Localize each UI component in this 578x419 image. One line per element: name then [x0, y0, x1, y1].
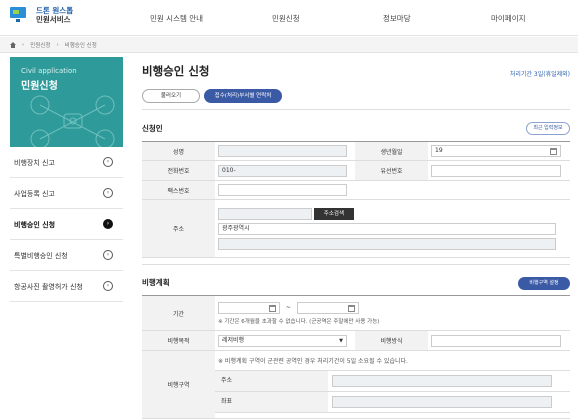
- fax-label: 팩스번호: [142, 180, 215, 200]
- phone-label: 전화번호: [142, 160, 215, 181]
- breadcrumb-sep-icon: ›: [56, 42, 59, 48]
- calendar-icon[interactable]: [550, 148, 557, 155]
- name-field[interactable]: [218, 145, 347, 157]
- nav-civil-application[interactable]: 민원신청: [272, 13, 300, 24]
- breadcrumb-item[interactable]: 민원신청: [30, 41, 50, 49]
- zone-address-field[interactable]: [332, 375, 552, 387]
- sidebar-hero: Civil application 민원신청: [10, 57, 123, 147]
- chevron-right-icon: ›: [103, 250, 113, 260]
- birth-date-field[interactable]: 19: [431, 145, 561, 157]
- period-separator: ~: [285, 304, 291, 311]
- divider: [142, 109, 570, 110]
- chevron-right-icon: ›: [103, 188, 113, 198]
- calendar-icon[interactable]: [347, 304, 355, 312]
- sidebar-item-special-flight[interactable]: 특별비행승인 신청 ›: [10, 241, 123, 271]
- monitor-logo-icon: [10, 6, 32, 24]
- address-detail-field[interactable]: [218, 237, 556, 250]
- breadcrumb-sep-icon: ›: [22, 42, 25, 48]
- address-label: 주소: [142, 199, 215, 258]
- sidebar-item-label: 항공사진 촬영허가 신청: [14, 283, 83, 291]
- period-end-field[interactable]: [296, 301, 359, 314]
- postal-code-field[interactable]: [218, 207, 312, 220]
- nav-info[interactable]: 정보마당: [383, 13, 411, 24]
- chevron-right-icon: ›: [103, 219, 113, 229]
- nav-mypage[interactable]: 마이페이지: [491, 13, 526, 24]
- zone-label: 비행구역: [142, 350, 215, 419]
- flight-plan-form: 기간 ~ ※ 기간은 6개월을 초과할 수 없습니다. (군공역은 주말에만 사…: [142, 295, 570, 419]
- flight-zone-settings-button[interactable]: 비행구역 설정: [518, 277, 570, 290]
- address-search-button[interactable]: 주소검색: [313, 207, 354, 220]
- page: 드론 원스톱 민원서비스 민원 시스템 안내 민원신청 정보마당 마이페이지 ›…: [0, 0, 578, 419]
- zone-note: ※ 비행계획 구역이 군관련 공역인 경우 처리기간이 5일 소요될 수 있습니…: [215, 350, 570, 371]
- sidebar-item-aerial-photo[interactable]: 항공사진 촬영허가 신청 ›: [10, 272, 123, 302]
- sidebar: Civil application 민원신청 비행장치 신고 › 사업등록 신고…: [10, 57, 123, 419]
- hero-english-title: Civil application: [21, 67, 77, 75]
- applicant-section-title: 신청인: [142, 124, 163, 133]
- period-start-field[interactable]: [218, 301, 280, 314]
- processing-period: 처리기간 3일(휴일제외): [509, 71, 570, 78]
- logo-line2: 민원서비스: [36, 15, 71, 24]
- breadcrumb: › 민원신청 › 비행승인 신청: [0, 37, 578, 53]
- sidebar-item-label: 특별비행승인 신청: [14, 252, 68, 260]
- chevron-right-icon: ›: [103, 157, 113, 167]
- sidebar-item-label: 비행승인 신청: [14, 221, 56, 229]
- wired-phone-label: 유선번호: [355, 160, 428, 181]
- purpose-label: 비행목적: [142, 330, 215, 351]
- applicant-form: 성명 생년월일 19 전화번호 010- 유선번호 팩스번호 주소 주소검색 광…: [142, 141, 570, 258]
- sidebar-item-label: 비행장치 신고: [14, 159, 55, 167]
- birth-date-value: 19: [435, 147, 443, 154]
- nav-system-guide[interactable]: 민원 시스템 안내: [150, 13, 203, 24]
- logo-line1: 드론 원스톱: [36, 6, 74, 15]
- period-note: ※ 기간은 6개월을 초과할 수 없습니다. (군공역은 주말에만 사용 가능): [218, 318, 380, 325]
- load-button[interactable]: 불러오기: [142, 89, 200, 103]
- chevron-right-icon: ›: [103, 281, 113, 291]
- sidebar-item-device-report[interactable]: 비행장치 신고 ›: [10, 148, 123, 178]
- address-field[interactable]: 광주광역시: [218, 222, 556, 235]
- top-header: 드론 원스톱 민원서비스 민원 시스템 안내 민원신청 정보마당 마이페이지: [0, 0, 578, 36]
- method-label: 비행방식: [355, 330, 428, 351]
- name-label: 성명: [142, 141, 215, 161]
- sidebar-item-flight-approval[interactable]: 비행승인 신청 ›: [10, 210, 123, 240]
- recent-info-button[interactable]: 최근 입력정보: [526, 122, 570, 135]
- sidebar-item-label: 사업등록 신고: [14, 190, 55, 198]
- home-icon[interactable]: [10, 42, 16, 48]
- flight-plan-section-title: 비행계획: [142, 278, 170, 287]
- department-contacts-button[interactable]: 접수(처리)부서별 연락처: [204, 89, 282, 103]
- zone-coord-label: 좌표: [215, 392, 328, 412]
- hero-title: 민원신청: [21, 81, 58, 92]
- purpose-select[interactable]: 레저비행 ▼: [218, 334, 347, 347]
- page-title: 비행승인 신청: [142, 64, 210, 78]
- purpose-value: 레저비행: [222, 336, 245, 344]
- chevron-down-icon: ▼: [339, 337, 343, 344]
- fax-field[interactable]: [218, 184, 347, 196]
- zone-coord-field[interactable]: [332, 396, 552, 408]
- wired-phone-field[interactable]: [431, 164, 561, 177]
- sidebar-item-business-report[interactable]: 사업등록 신고 ›: [10, 179, 123, 209]
- site-logo[interactable]: 드론 원스톱 민원서비스: [10, 6, 73, 24]
- phone-field[interactable]: 010-: [218, 164, 347, 177]
- method-field[interactable]: [431, 334, 561, 347]
- zone-address-label: 주소: [215, 371, 328, 391]
- calendar-icon[interactable]: [269, 304, 276, 312]
- breadcrumb-item[interactable]: 비행승인 신청: [65, 41, 97, 49]
- divider: [142, 264, 570, 265]
- birth-label: 생년월일: [355, 141, 428, 161]
- period-label: 기간: [142, 295, 215, 331]
